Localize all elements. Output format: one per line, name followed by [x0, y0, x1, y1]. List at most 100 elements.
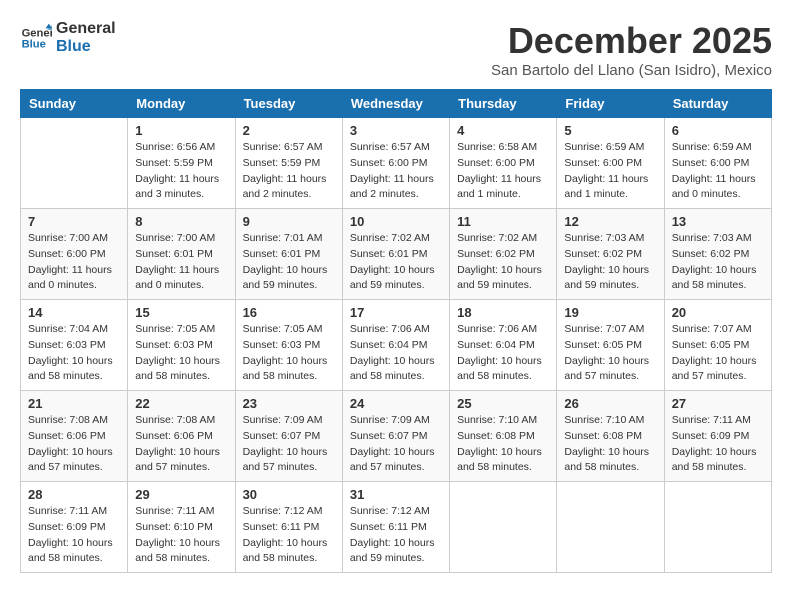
day-number: 29 — [135, 487, 227, 502]
sunrise: Sunrise: 7:03 AM — [672, 232, 752, 244]
daylight: Daylight: 11 hours and 0 minutes. — [28, 264, 112, 292]
sunset: Sunset: 6:00 PM — [457, 157, 535, 169]
sunrise: Sunrise: 7:05 AM — [135, 323, 215, 335]
week-row-4: 21 Sunrise: 7:08 AM Sunset: 6:06 PM Dayl… — [21, 391, 772, 482]
day-number: 27 — [672, 396, 764, 411]
day-number: 5 — [564, 123, 656, 138]
day-info: Sunrise: 6:57 AM Sunset: 5:59 PM Dayligh… — [243, 140, 335, 203]
day-cell: 3 Sunrise: 6:57 AM Sunset: 6:00 PM Dayli… — [342, 118, 449, 209]
sunset: Sunset: 6:07 PM — [243, 430, 321, 442]
day-info: Sunrise: 7:12 AM Sunset: 6:11 PM Dayligh… — [243, 504, 335, 567]
daylight: Daylight: 10 hours and 57 minutes. — [350, 446, 435, 474]
sunrise: Sunrise: 7:09 AM — [350, 414, 430, 426]
day-info: Sunrise: 7:10 AM Sunset: 6:08 PM Dayligh… — [457, 413, 549, 476]
day-info: Sunrise: 7:02 AM Sunset: 6:01 PM Dayligh… — [350, 231, 442, 294]
day-number: 3 — [350, 123, 442, 138]
daylight: Daylight: 10 hours and 58 minutes. — [28, 355, 113, 383]
sunset: Sunset: 5:59 PM — [243, 157, 321, 169]
sunset: Sunset: 6:01 PM — [350, 248, 428, 260]
day-info: Sunrise: 7:05 AM Sunset: 6:03 PM Dayligh… — [243, 322, 335, 385]
sunset: Sunset: 6:03 PM — [243, 339, 321, 351]
sunrise: Sunrise: 7:11 AM — [28, 505, 107, 517]
sunrise: Sunrise: 6:58 AM — [457, 141, 537, 153]
sunrise: Sunrise: 7:07 AM — [672, 323, 752, 335]
day-info: Sunrise: 7:06 AM Sunset: 6:04 PM Dayligh… — [350, 322, 442, 385]
day-cell: 25 Sunrise: 7:10 AM Sunset: 6:08 PM Dayl… — [450, 391, 557, 482]
day-cell: 21 Sunrise: 7:08 AM Sunset: 6:06 PM Dayl… — [21, 391, 128, 482]
sunset: Sunset: 6:08 PM — [457, 430, 535, 442]
day-number: 6 — [672, 123, 764, 138]
day-cell: 31 Sunrise: 7:12 AM Sunset: 6:11 PM Dayl… — [342, 482, 449, 573]
day-cell: 30 Sunrise: 7:12 AM Sunset: 6:11 PM Dayl… — [235, 482, 342, 573]
day-number: 11 — [457, 214, 549, 229]
sunrise: Sunrise: 6:57 AM — [243, 141, 323, 153]
location-title: San Bartolo del Llano (San Isidro), Mexi… — [491, 62, 772, 79]
week-row-3: 14 Sunrise: 7:04 AM Sunset: 6:03 PM Dayl… — [21, 300, 772, 391]
sunrise: Sunrise: 7:05 AM — [243, 323, 323, 335]
day-number: 17 — [350, 305, 442, 320]
sunrise: Sunrise: 7:11 AM — [135, 505, 214, 517]
sunrise: Sunrise: 7:04 AM — [28, 323, 108, 335]
sunrise: Sunrise: 6:56 AM — [135, 141, 215, 153]
day-info: Sunrise: 6:56 AM Sunset: 5:59 PM Dayligh… — [135, 140, 227, 203]
day-info: Sunrise: 6:57 AM Sunset: 6:00 PM Dayligh… — [350, 140, 442, 203]
day-number: 15 — [135, 305, 227, 320]
day-number: 13 — [672, 214, 764, 229]
day-number: 1 — [135, 123, 227, 138]
sunrise: Sunrise: 7:08 AM — [135, 414, 215, 426]
day-number: 22 — [135, 396, 227, 411]
day-number: 26 — [564, 396, 656, 411]
sunset: Sunset: 6:00 PM — [28, 248, 106, 260]
sunrise: Sunrise: 7:03 AM — [564, 232, 644, 244]
sunrise: Sunrise: 7:09 AM — [243, 414, 323, 426]
sunrise: Sunrise: 7:12 AM — [350, 505, 430, 517]
daylight: Daylight: 10 hours and 58 minutes. — [672, 264, 757, 292]
week-row-2: 7 Sunrise: 7:00 AM Sunset: 6:00 PM Dayli… — [21, 209, 772, 300]
sunset: Sunset: 6:06 PM — [28, 430, 106, 442]
calendar-table: SundayMondayTuesdayWednesdayThursdayFrid… — [20, 89, 772, 573]
daylight: Daylight: 11 hours and 0 minutes. — [135, 264, 219, 292]
day-info: Sunrise: 7:07 AM Sunset: 6:05 PM Dayligh… — [564, 322, 656, 385]
sunset: Sunset: 6:05 PM — [672, 339, 750, 351]
day-cell: 19 Sunrise: 7:07 AM Sunset: 6:05 PM Dayl… — [557, 300, 664, 391]
day-info: Sunrise: 7:06 AM Sunset: 6:04 PM Dayligh… — [457, 322, 549, 385]
daylight: Daylight: 11 hours and 3 minutes. — [135, 173, 219, 201]
logo-icon: General Blue — [20, 22, 52, 54]
sunset: Sunset: 6:11 PM — [243, 521, 320, 533]
day-number: 24 — [350, 396, 442, 411]
day-cell: 20 Sunrise: 7:07 AM Sunset: 6:05 PM Dayl… — [664, 300, 771, 391]
day-info: Sunrise: 7:12 AM Sunset: 6:11 PM Dayligh… — [350, 504, 442, 567]
sunset: Sunset: 6:06 PM — [135, 430, 213, 442]
day-info: Sunrise: 6:59 AM Sunset: 6:00 PM Dayligh… — [564, 140, 656, 203]
week-row-5: 28 Sunrise: 7:11 AM Sunset: 6:09 PM Dayl… — [21, 482, 772, 573]
sunrise: Sunrise: 7:10 AM — [457, 414, 537, 426]
svg-text:Blue: Blue — [22, 38, 46, 50]
daylight: Daylight: 10 hours and 58 minutes. — [243, 355, 328, 383]
daylight: Daylight: 10 hours and 59 minutes. — [243, 264, 328, 292]
daylight: Daylight: 11 hours and 1 minute. — [457, 173, 541, 201]
daylight: Daylight: 10 hours and 57 minutes. — [28, 446, 113, 474]
day-cell — [450, 482, 557, 573]
day-info: Sunrise: 6:58 AM Sunset: 6:00 PM Dayligh… — [457, 140, 549, 203]
day-info: Sunrise: 7:05 AM Sunset: 6:03 PM Dayligh… — [135, 322, 227, 385]
day-number: 8 — [135, 214, 227, 229]
day-number: 12 — [564, 214, 656, 229]
daylight: Daylight: 11 hours and 1 minute. — [564, 173, 648, 201]
svg-text:General: General — [22, 27, 52, 39]
day-cell: 7 Sunrise: 7:00 AM Sunset: 6:00 PM Dayli… — [21, 209, 128, 300]
sunrise: Sunrise: 6:59 AM — [564, 141, 644, 153]
sunset: Sunset: 6:02 PM — [672, 248, 750, 260]
sunset: Sunset: 6:05 PM — [564, 339, 642, 351]
day-number: 2 — [243, 123, 335, 138]
day-cell: 5 Sunrise: 6:59 AM Sunset: 6:00 PM Dayli… — [557, 118, 664, 209]
daylight: Daylight: 10 hours and 58 minutes. — [350, 355, 435, 383]
day-info: Sunrise: 7:07 AM Sunset: 6:05 PM Dayligh… — [672, 322, 764, 385]
day-cell: 29 Sunrise: 7:11 AM Sunset: 6:10 PM Dayl… — [128, 482, 235, 573]
sunset: Sunset: 6:04 PM — [457, 339, 535, 351]
day-cell: 8 Sunrise: 7:00 AM Sunset: 6:01 PM Dayli… — [128, 209, 235, 300]
logo: General Blue General Blue — [20, 20, 116, 55]
day-cell: 6 Sunrise: 6:59 AM Sunset: 6:00 PM Dayli… — [664, 118, 771, 209]
day-cell: 28 Sunrise: 7:11 AM Sunset: 6:09 PM Dayl… — [21, 482, 128, 573]
day-cell: 18 Sunrise: 7:06 AM Sunset: 6:04 PM Dayl… — [450, 300, 557, 391]
day-number: 25 — [457, 396, 549, 411]
